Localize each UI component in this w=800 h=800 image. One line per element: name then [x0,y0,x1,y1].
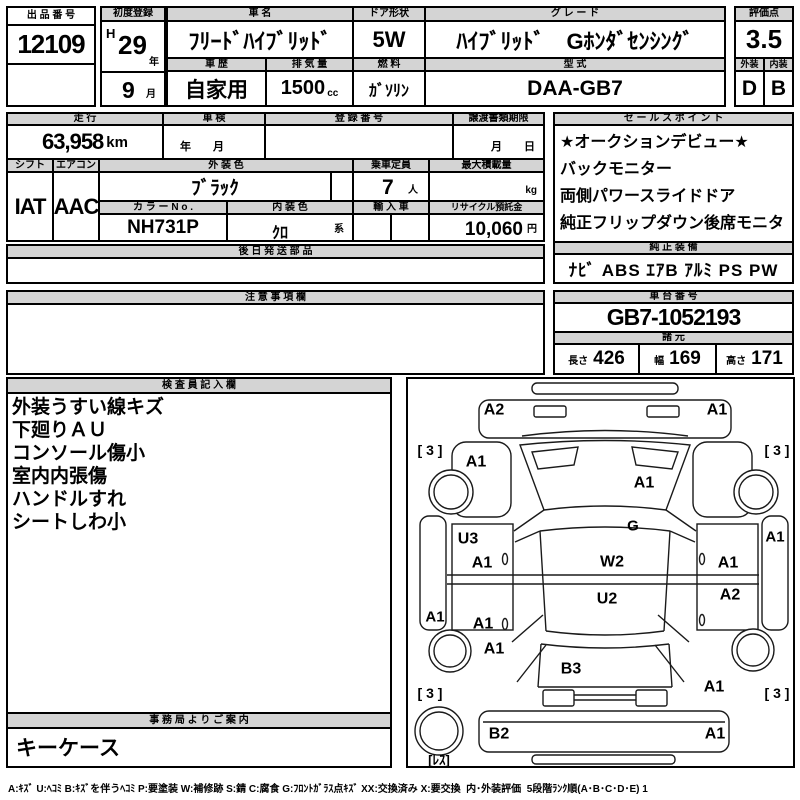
car-top-view: A2 A1 [ 3 ] [ 3 ] A1 A1 G U3 A1 A1 A1 W2 U2 A2 A1 A1 A1 B… [408,379,793,766]
auction-no-header: 出 品 番 号 [6,6,96,26]
ac-value: AAC [52,171,100,242]
inspector-note: シートしわ小 [12,511,386,534]
int-color-value: ｸﾛ系 [226,213,354,242]
int-score-value: B [763,70,794,107]
sales-point: 両側パワースライドドア [560,183,787,210]
reg-year: 29 [118,30,147,61]
capacity-value: 7人 [352,171,430,202]
displacement-value: 1500cc [265,70,354,107]
import-cell-left [352,213,392,242]
inspector-note: 室内内張傷 [12,465,386,488]
rear-window-bottom [541,644,669,648]
damage-label: A1 [707,402,728,419]
sales-point: ★オークションデビュー★ [560,129,787,156]
damage-label: A1 [705,726,726,743]
spec-length: 長さ426 [553,343,640,375]
car-name-value: ﾌﾘｰﾄﾞﾊｲﾌﾞﾘｯﾄﾞ [166,20,354,59]
first-reg-month-cell: 9 月 [100,71,166,107]
damage-label: [ 3 ] [418,442,443,458]
legend: A:ｷｽﾞ U:ﾍｺﾐ B:ｷｽﾞを伴うﾍｺﾐ P:要塗装 W:補修跡 S:錆 … [8,780,794,795]
damage-label: A1 [765,529,784,546]
sales-points-body: ★オークションデビュー★ バックモニター 両側パワースライドドア 純正フリップダ… [553,124,794,243]
auction-no-label: 出 品 番 号 [27,11,75,21]
model-value: DAA-GB7 [424,70,726,107]
office-body: キーケース [6,727,392,768]
office-note: キーケース [16,737,120,760]
damage-label: A1 [634,475,655,492]
inspector-note: ハンドルすれ [12,488,386,511]
auction-no-value: 12109 [6,24,96,65]
max-load-value: kg [428,171,545,202]
damage-label: [ 3 ] [765,685,790,701]
ext-color-value: ﾌﾞﾗｯｸ [98,171,332,202]
auction-no-empty-cell [6,63,96,107]
spec-width: 幅169 [638,343,717,375]
damage-label: A1 [472,555,493,572]
later-parts-value [6,257,545,284]
inspector-body: 外装うすい線キズ 下廻りＡＵ コンソール傷小 室内内張傷 ハンドルすれ シートし… [6,392,392,714]
era-letter: H [106,26,115,41]
transfer-value: 月 日 [452,124,545,160]
damage-label: A1 [704,679,725,696]
ext-color-sub-cell [330,171,354,202]
front-lower-bar [532,383,678,394]
damage-label: A1 [466,454,487,471]
rear-window-top [546,631,664,635]
roof-sides [540,531,670,631]
center-cross-lines [447,575,759,584]
rear-lower-bar [532,755,675,764]
damage-label: U3 [458,531,479,548]
inspector-note: コンソール傷小 [12,442,386,465]
inspector-note: 外装うすい線キズ [12,396,386,419]
mileage-value: 63,958km [6,124,164,160]
score-value: 3.5 [734,20,794,59]
a-pillars [514,510,696,542]
inspector-note: 下廻りＡＵ [12,419,386,442]
spec-height: 高さ171 [715,343,794,375]
reg-month: 9 [122,77,135,104]
damage-label: A2 [484,402,505,419]
ext-score-value: D [734,70,765,107]
shift-value: IAT [6,171,54,242]
reg-no-value [264,124,454,160]
rear-gate [538,644,672,687]
door-value: 5W [352,20,426,59]
damage-diagram: A2 A1 [ 3 ] [ 3 ] A1 A1 G U3 A1 A1 A1 W2 U2 A2 A1 A1 A1 B… [406,377,795,768]
damage-label: A1 [425,609,444,626]
damage-label: A1 [473,616,494,633]
damage-label: [ﾚｽ] [428,753,450,767]
damage-label: A1 [484,641,505,658]
damage-label: B2 [489,726,510,743]
damage-label: [ 3 ] [765,442,790,458]
first-reg-year-cell: H 29 年 [100,20,166,73]
recycle-value: 10,060円 [428,213,545,242]
fuel-value: ｶﾞｿﾘﾝ [352,70,426,107]
sales-point: バックモニター [560,156,787,183]
shaken-value: 年 月 [162,124,266,160]
caution-body [6,303,545,375]
rear-bumper [479,711,729,752]
damage-label: U2 [597,591,618,608]
chassis-no-value: GB7-1052193 [553,302,794,333]
left-taillight [543,690,574,706]
grade-value: ﾊｲﾌﾞﾘｯﾄﾞ Gﾎﾝﾀﾞｾﾝｼﾝｸﾞ [424,20,726,59]
import-cell-right [390,213,430,242]
color-no-value: NH731P [98,213,228,242]
front-bumper [479,400,731,438]
damage-label: A2 [720,587,741,604]
right-taillight [636,690,667,706]
damage-label: A1 [718,555,739,572]
damage-label: [ 3 ] [418,685,443,701]
equipment-value: ﾅﾋﾞ ABS ｴｱB ｱﾙﾐ PS PW [553,253,794,284]
right-doors [697,524,758,630]
auction-sheet: { "header": { "auction_no_label": "出 品 番… [0,0,800,800]
damage-label: W2 [600,554,624,571]
history-value: 自家用 [166,70,267,107]
roof-front-edge [540,527,670,531]
damage-label: B3 [561,661,582,678]
damage-label: G [627,518,639,535]
